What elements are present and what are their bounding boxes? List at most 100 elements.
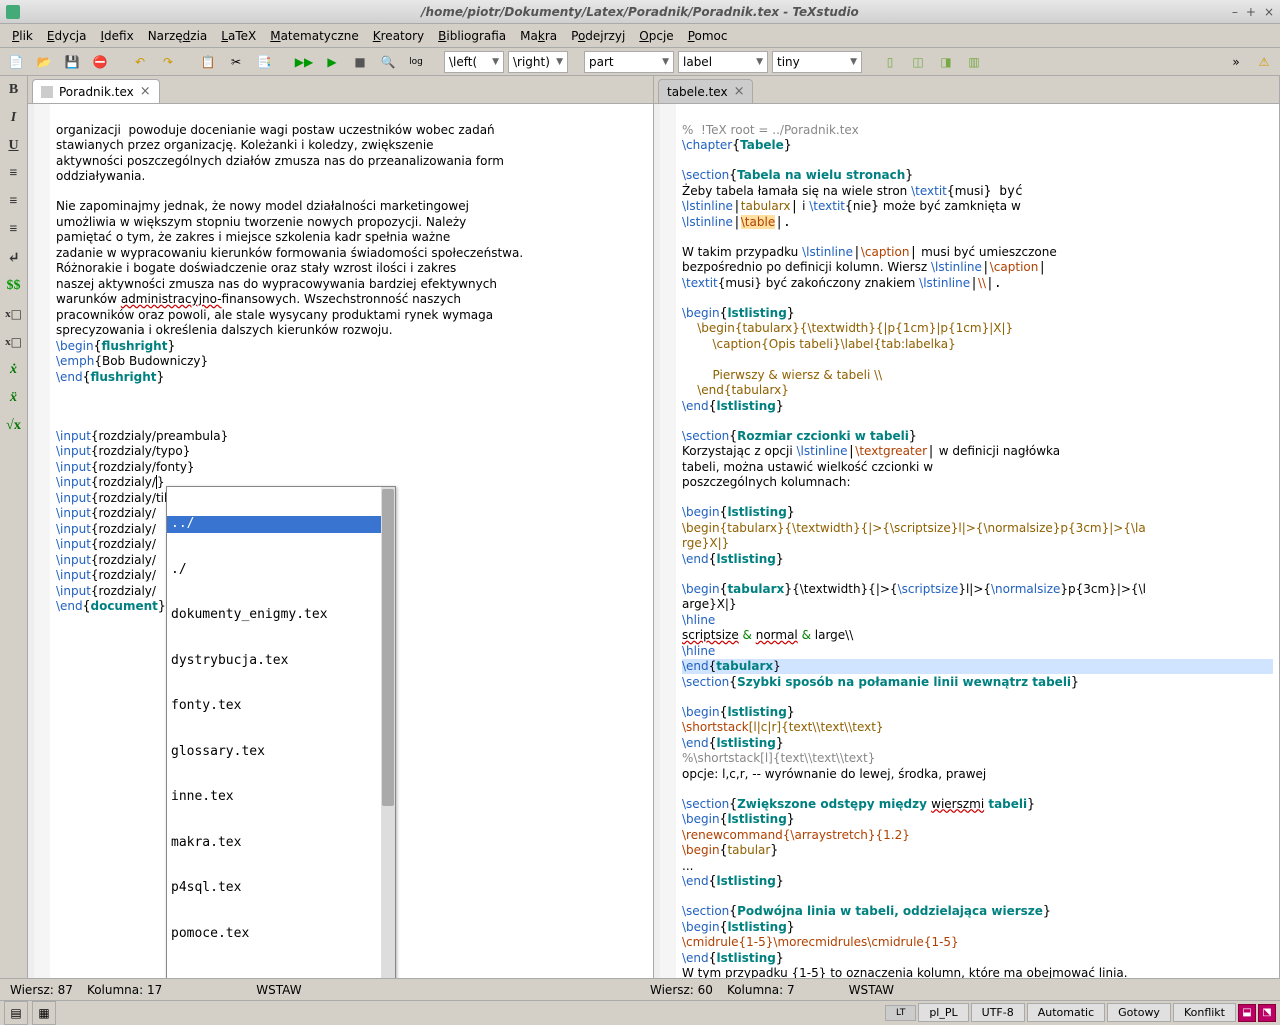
titlebar: /home/piotr/Dokumenty/Latex/Poradnik/Por… bbox=[0, 0, 1280, 24]
frac-button[interactable]: ẋ bbox=[4, 360, 24, 380]
autocomplete-item[interactable]: p4sql.tex bbox=[167, 880, 395, 897]
autocomplete-item[interactable]: ./ bbox=[167, 562, 395, 579]
sqrt-button[interactable]: √x bbox=[4, 416, 24, 436]
autocomplete-item[interactable]: dokumenty_enigmy.tex bbox=[167, 607, 395, 624]
tab-close-button[interactable]: × bbox=[140, 84, 151, 99]
tab-label: Poradnik.tex bbox=[59, 85, 134, 99]
stop-button[interactable]: ■ bbox=[348, 50, 372, 74]
side-toolbar: B I U ≡ ≡ ≡ ↵ $$ x□ x□ ẋ ẍ √x bbox=[0, 76, 28, 978]
corner-badge-1[interactable]: ⬓ bbox=[1238, 1004, 1256, 1022]
paste-button[interactable]: 📑 bbox=[252, 50, 276, 74]
save-button[interactable]: 💾 bbox=[60, 50, 84, 74]
delim-right-select[interactable]: \right)▼ bbox=[508, 51, 568, 73]
autocomplete-item[interactable]: glossary.tex bbox=[167, 744, 395, 761]
italic-button[interactable]: I bbox=[4, 108, 24, 128]
tab-label: tabele.tex bbox=[667, 85, 728, 99]
layout3-button[interactable]: ◨ bbox=[934, 50, 958, 74]
tab-tabele[interactable]: tabele.tex × bbox=[658, 79, 753, 103]
math-dollar-button[interactable]: $$ bbox=[4, 276, 24, 296]
menu-edycja[interactable]: Edycja bbox=[41, 27, 93, 45]
autocomplete-item[interactable]: fonty.tex bbox=[167, 698, 395, 715]
tab-close-button[interactable]: × bbox=[734, 84, 745, 99]
menu-matematyczne[interactable]: Matematyczne bbox=[264, 27, 365, 45]
menu-idefix[interactable]: Idefix bbox=[94, 27, 139, 45]
redo-button[interactable]: ↷ bbox=[156, 50, 180, 74]
menubar: Plik Edycja Idefix Narzędzia LaTeX Matem… bbox=[0, 24, 1280, 48]
status-col: Kolumna: 17 bbox=[87, 983, 162, 997]
open-button[interactable]: 📂 bbox=[32, 50, 56, 74]
lt-indicator[interactable]: LT bbox=[885, 1005, 916, 1021]
underline-button[interactable]: U bbox=[4, 136, 24, 156]
close-button[interactable]: × bbox=[1264, 5, 1274, 19]
menu-pomoc[interactable]: Pomoc bbox=[682, 27, 734, 45]
dfrac-button[interactable]: ẍ bbox=[4, 388, 24, 408]
menu-narzedzia[interactable]: Narzędzia bbox=[142, 27, 214, 45]
right-editor-pane: tabele.tex × % !TeX root = ../Poradnik.t… bbox=[654, 76, 1280, 978]
menu-kreatory[interactable]: Kreatory bbox=[367, 27, 430, 45]
fontsize-select[interactable]: tiny▼ bbox=[772, 51, 862, 73]
warning-icon[interactable]: ⚠ bbox=[1252, 50, 1276, 74]
bold-button[interactable]: B bbox=[4, 80, 24, 100]
app-icon bbox=[6, 5, 20, 19]
menu-makra[interactable]: Makra bbox=[514, 27, 563, 45]
delim-left-select[interactable]: \left(▼ bbox=[444, 51, 504, 73]
autocomplete-item[interactable]: makra.tex bbox=[167, 835, 395, 852]
undo-button[interactable]: ↶ bbox=[128, 50, 152, 74]
menu-opcje[interactable]: Opcje bbox=[633, 27, 679, 45]
menu-podejrzyj[interactable]: Podejrzyj bbox=[565, 27, 631, 45]
autocomplete-item[interactable]: inne.tex bbox=[167, 789, 395, 806]
toolbar: 📄 📂 💾 ⛔ ↶ ↷ 📋 ✂ 📑 ▶▶ ▶ ■ 🔍 log \left(▼ \… bbox=[0, 48, 1280, 76]
lang-button[interactable]: pl_PL bbox=[918, 1003, 968, 1022]
left-editor-pane: Poradnik.tex × organizacji powoduje doce… bbox=[28, 76, 654, 978]
file-icon bbox=[41, 86, 53, 98]
corner-badge-2[interactable]: ⬔ bbox=[1258, 1004, 1276, 1022]
maximize-button[interactable]: + bbox=[1246, 5, 1256, 19]
bottom-bar: ▤ ▦ LT pl_PL UTF-8 Automatic Gotowy Konf… bbox=[0, 1000, 1280, 1024]
autocomplete-scrollbar[interactable] bbox=[381, 487, 395, 978]
align-center-button[interactable]: ≡ bbox=[4, 192, 24, 212]
autocomplete-popup: ../ ./ dokumenty_enigmy.tex dystrybucja.… bbox=[166, 486, 396, 978]
menu-latex[interactable]: LaTeX bbox=[215, 27, 262, 45]
status-mode: WSTAW bbox=[849, 983, 894, 997]
new-button[interactable]: 📄 bbox=[4, 50, 28, 74]
cut-button[interactable]: ✂ bbox=[224, 50, 248, 74]
status-row: Wiersz: 87 Kolumna: 17 WSTAW Wiersz: 60 … bbox=[0, 978, 1280, 1000]
right-editor[interactable]: % !TeX root = ../Poradnik.tex \chapter{T… bbox=[654, 104, 1279, 978]
menu-plik[interactable]: Plik bbox=[6, 27, 39, 45]
superscript-button[interactable]: x□ bbox=[4, 332, 24, 352]
label-select[interactable]: label▼ bbox=[678, 51, 768, 73]
panel2-button[interactable]: ▦ bbox=[32, 1001, 56, 1025]
compile-run-button[interactable]: ▶▶ bbox=[292, 50, 316, 74]
layout1-button[interactable]: ▯ bbox=[878, 50, 902, 74]
log-button[interactable]: log bbox=[404, 50, 428, 74]
status-col: Kolumna: 7 bbox=[727, 983, 795, 997]
left-editor[interactable]: organizacji powoduje docenianie wagi pos… bbox=[28, 104, 653, 978]
compile-button[interactable]: ▶ bbox=[320, 50, 344, 74]
status-mode: WSTAW bbox=[256, 983, 301, 997]
status-line: Wiersz: 60 bbox=[650, 983, 713, 997]
align-right-button[interactable]: ≡ bbox=[4, 220, 24, 240]
minimize-button[interactable]: – bbox=[1232, 5, 1238, 19]
more-button[interactable]: » bbox=[1224, 50, 1248, 74]
layout4-button[interactable]: ▥ bbox=[962, 50, 986, 74]
window-title: /home/piotr/Dokumenty/Latex/Poradnik/Por… bbox=[421, 5, 859, 19]
autocomplete-item[interactable]: dystrybucja.tex bbox=[167, 653, 395, 670]
layout2-button[interactable]: ◫ bbox=[906, 50, 930, 74]
subscript-button[interactable]: x□ bbox=[4, 304, 24, 324]
autocomplete-item[interactable]: ../ bbox=[167, 516, 395, 533]
menu-bibliografia[interactable]: Bibliografia bbox=[432, 27, 512, 45]
close-file-button[interactable]: ⛔ bbox=[88, 50, 112, 74]
section-select[interactable]: part▼ bbox=[584, 51, 674, 73]
ready-button[interactable]: Gotowy bbox=[1107, 1003, 1171, 1022]
newline-button[interactable]: ↵ bbox=[4, 248, 24, 268]
conflict-button[interactable]: Konflikt bbox=[1173, 1003, 1236, 1022]
copy-button[interactable]: 📋 bbox=[196, 50, 220, 74]
status-line: Wiersz: 87 bbox=[10, 983, 73, 997]
autocomplete-item[interactable]: pomoce.tex bbox=[167, 926, 395, 943]
auto-button[interactable]: Automatic bbox=[1027, 1003, 1105, 1022]
tab-poradnik[interactable]: Poradnik.tex × bbox=[32, 79, 160, 103]
align-left-button[interactable]: ≡ bbox=[4, 164, 24, 184]
panel1-button[interactable]: ▤ bbox=[4, 1001, 28, 1025]
encoding-button[interactable]: UTF-8 bbox=[971, 1003, 1025, 1022]
view-button[interactable]: 🔍 bbox=[376, 50, 400, 74]
